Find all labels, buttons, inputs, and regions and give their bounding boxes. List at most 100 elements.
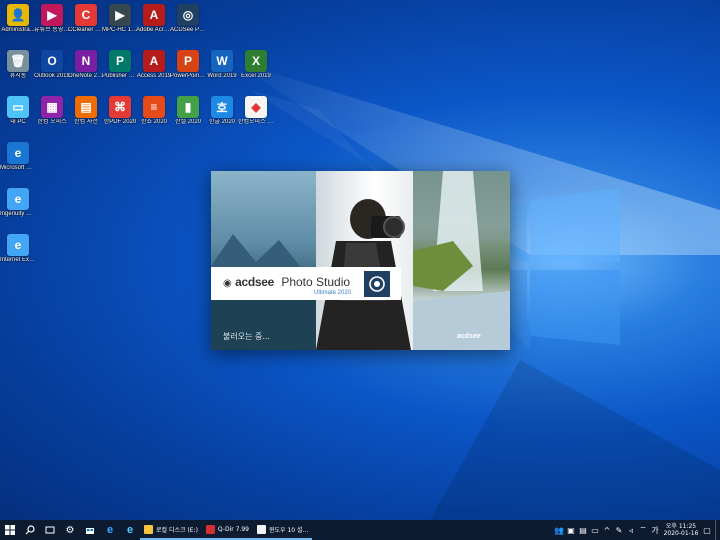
desktop-icon-label: 내 PC — [10, 119, 26, 125]
loading-text: 불러오는 중... — [223, 332, 270, 341]
desktop-icon[interactable]: ▤ 한컴 사전 — [68, 96, 104, 126]
app-icon: ▭ — [7, 96, 29, 118]
system-tray: 👥 ▣ ▤ ▭ ^ ✎ ◃ ⌔ 가 오후 11:25 2020-01-16 ▢ — [553, 520, 720, 540]
taskbar: ⚙ e e 로컬 디스크 (E:) Q-Dir 7.99 윈도우 10 설... 👥… — [0, 520, 720, 540]
desktop-icon[interactable]: eMicrosoft Edge — [0, 142, 36, 172]
desktop-icon[interactable]: PPublisher 2019 — [102, 50, 138, 80]
app-icon: ◆ — [245, 96, 267, 118]
battery-icon[interactable]: ▭ — [589, 526, 601, 535]
taskbar-app-button[interactable]: 로컬 디스크 (E:) — [140, 520, 202, 540]
desktop-icon[interactable]: eIngenuity 업로드 — [0, 188, 36, 218]
edge-taskbar-button[interactable]: e — [100, 520, 120, 540]
desktop-icon-label: Access 2019 — [136, 73, 172, 79]
desktop-icon[interactable]: AAdobe Acrobat DC — [136, 4, 172, 34]
splash-brand: ◉ acdsee Photo Studio — [223, 275, 350, 289]
acdsee-splash-window: ◉ acdsee Photo Studio Ultimate 2020 불러오는… — [211, 171, 510, 350]
desktop-icon-label: Excel 2019 — [241, 73, 271, 79]
desktop-icon[interactable]: eInternet Explorer — [0, 234, 36, 264]
app-icon: 👤 — [7, 4, 29, 26]
desktop-icon[interactable]: 호 한글 2020 — [204, 96, 240, 126]
store-button[interactable] — [80, 520, 100, 540]
app-icon: C — [75, 4, 97, 26]
app-icon: N — [75, 50, 97, 72]
taskbar-app-button[interactable]: Q-Dir 7.99 — [201, 520, 253, 540]
network-icon[interactable]: ▤ — [577, 526, 589, 535]
app-icon: X — [245, 50, 267, 72]
search-icon — [25, 525, 35, 535]
desktop-icon-label: ACDSee Photo Stu... — [170, 27, 206, 33]
task-view-button[interactable] — [40, 520, 60, 540]
chevron-up-icon[interactable]: ^ — [601, 526, 613, 535]
windows-logo-icon — [5, 525, 15, 535]
input-language[interactable]: 가 — [649, 525, 661, 536]
desktop-icon-label: Microsoft Edge — [0, 165, 36, 171]
desktop-icon-label: 한쇼 2020 — [140, 119, 168, 125]
volume-icon[interactable]: ◃ — [625, 526, 637, 535]
settings-button[interactable]: ⚙ — [60, 520, 80, 540]
desktop-icon-label: Outlook 2019 — [34, 73, 70, 79]
taskbar-app-label: 로컬 디스크 (E:) — [156, 526, 198, 534]
show-desktop-button[interactable] — [715, 520, 720, 540]
photographer-art — [316, 199, 411, 350]
app-icon: e — [7, 234, 29, 256]
pen-icon[interactable]: ✎ — [613, 526, 625, 535]
desktop-icon[interactable]: ▶유튜브 동영상 다운로더 — [34, 4, 70, 34]
clock[interactable]: 오후 11:25 2020-01-16 — [661, 523, 701, 537]
search-button[interactable] — [20, 520, 40, 540]
desktop-icon[interactable]: 👤 Administra... — [0, 4, 36, 34]
app-icon: ▦ — [41, 96, 63, 118]
start-button[interactable] — [0, 520, 20, 540]
app-icon: ≡ — [143, 96, 165, 118]
desktop-icon-label: 한컴 사전 — [74, 119, 98, 125]
desktop-icon-label: 한셀 2020 — [174, 119, 202, 125]
tray-app-icon[interactable]: ▣ — [565, 526, 577, 535]
desktop-icon[interactable]: ◆한컴오피스 2020 — [238, 96, 274, 126]
desktop-icon[interactable]: ▦ 한컴 오피스 — [34, 96, 70, 126]
splash-photographer-panel — [316, 171, 413, 350]
brand-name: acdsee — [235, 275, 274, 289]
splash-waterfall-panel — [413, 171, 510, 350]
app-icon: ◎ — [177, 4, 199, 26]
app-icon: e — [7, 188, 29, 210]
desktop-icon[interactable]: PPowerPoint 2019 — [170, 50, 206, 80]
people-icon[interactable]: 👥 — [553, 526, 565, 535]
desktop-icon[interactable]: ▶ MPC-HC 1.9.0 — [102, 4, 138, 34]
app-icon: O — [41, 50, 63, 72]
desktop-icon[interactable]: N OneNote 2019 — [68, 50, 104, 80]
desktop-icon-label: Adobe Acrobat DC — [136, 27, 172, 33]
product-name: Photo Studio — [281, 275, 351, 289]
desktop-icon-label: PowerPoint 2019 — [170, 73, 206, 79]
desktop-icon[interactable]: ⌘ 한PDF 2020 — [102, 96, 138, 126]
ie-icon: e — [126, 524, 134, 536]
ie-taskbar-button[interactable]: e — [120, 520, 140, 540]
app-icon: ▶ — [109, 4, 131, 26]
notification-icon[interactable]: ▢ — [701, 526, 713, 535]
app-icon: e — [7, 142, 29, 164]
desktop-icon[interactable]: A Access 2019 — [136, 50, 172, 80]
desktop-icon-label: CCleaner Pro 5.63 — [68, 27, 104, 33]
app-icon: A — [143, 4, 165, 26]
desktop-icon-label: Publisher 2019 — [102, 73, 138, 79]
desktop-icon[interactable]: W Word 2019 — [204, 50, 240, 80]
waterfall-art — [413, 171, 510, 350]
app-icon: A — [143, 50, 165, 72]
app-mini-icon — [205, 524, 215, 534]
desktop-icon[interactable]: O Outlook 2019 — [34, 50, 70, 80]
wifi-icon[interactable]: ⌔ — [637, 525, 649, 535]
desktop-icon[interactable]: ▮ 한셀 2020 — [170, 96, 206, 126]
taskbar-app-button[interactable]: 윈도우 10 설... — [253, 520, 313, 540]
desktop-icon[interactable]: X Excel 2019 — [238, 50, 274, 80]
edition-label: Ultimate 2020 — [314, 290, 352, 296]
desktop-icon[interactable]: CCCleaner Pro 5.63 — [68, 4, 104, 34]
desktop-icon-label: MPC-HC 1.9.0 — [102, 27, 138, 33]
desktop-icon-label: 한컴오피스 2020 — [238, 119, 274, 125]
store-icon — [86, 528, 94, 534]
desktop-icon[interactable]: ≡ 한쇼 2020 — [136, 96, 172, 126]
desktop-icon[interactable]: 🗑 휴지통 — [0, 50, 36, 80]
desktop-icon[interactable]: ◎ACDSee Photo Stu... — [170, 4, 206, 34]
clock-date: 2020-01-16 — [663, 530, 699, 537]
desktop-icon-label: 유튜브 동영상 다운로더 — [34, 27, 70, 33]
acdsee-eye-icon: ◉ — [223, 278, 232, 289]
desktop-icon[interactable]: ▭ 내 PC — [0, 96, 36, 126]
app-mini-icon — [144, 524, 153, 534]
